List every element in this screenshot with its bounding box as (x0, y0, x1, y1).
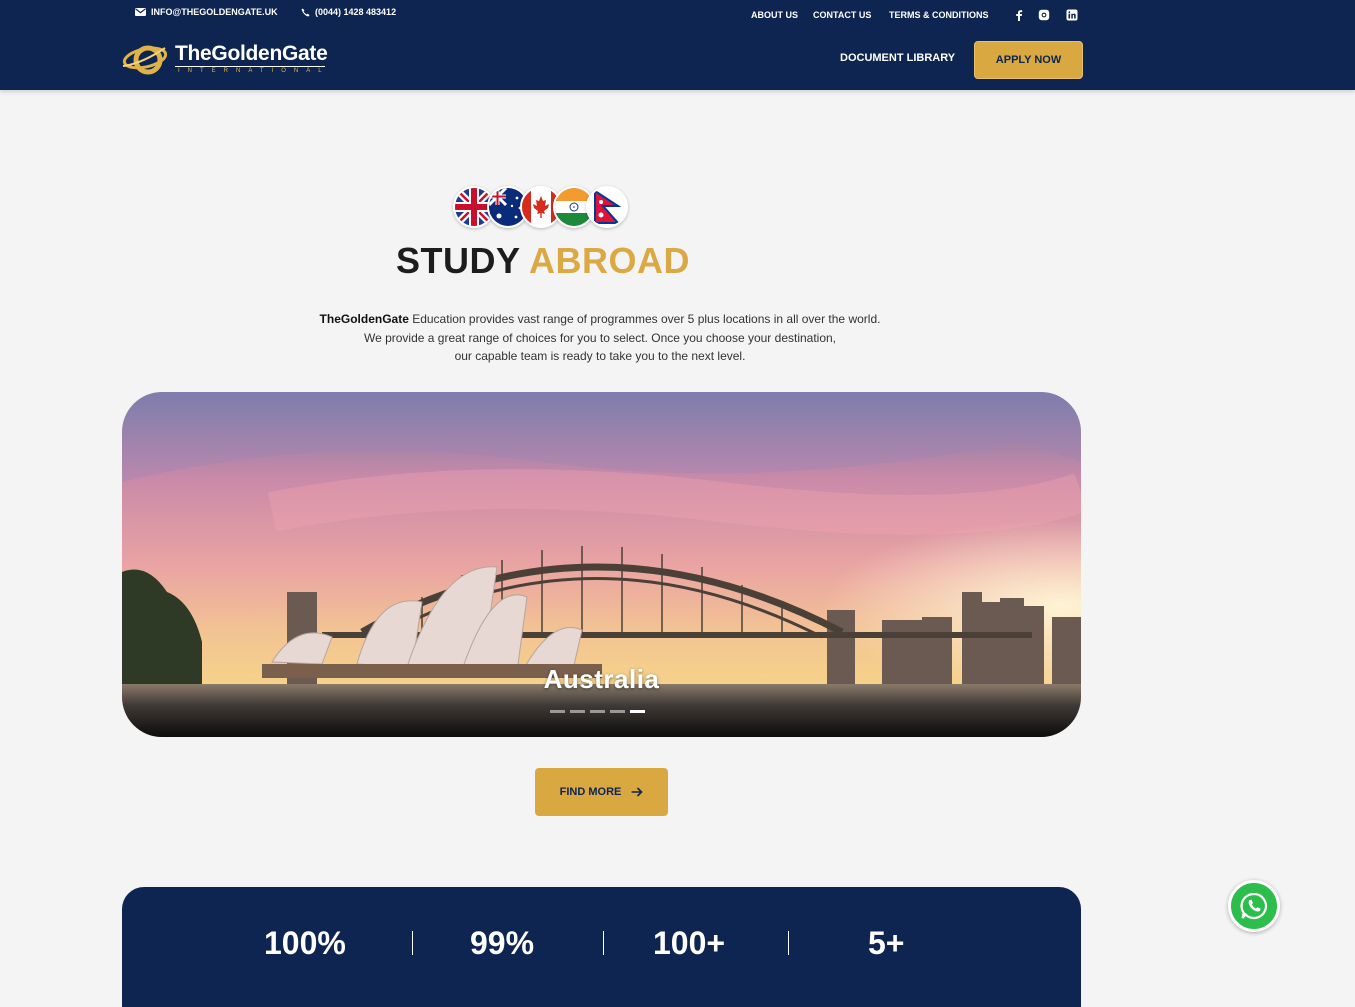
stat-divider (788, 931, 789, 955)
find-more-label: FIND MORE (559, 786, 622, 798)
carousel-indicators (550, 710, 645, 713)
intro-brand: TheGoldenGate (319, 312, 409, 326)
destination-label: Australia (543, 664, 660, 694)
stats-panel: 100% 99% 100+ 5+ (122, 887, 1081, 1007)
about-us-link[interactable]: ABOUT US (751, 10, 798, 20)
carousel-dot[interactable] (610, 710, 625, 713)
intro-line-1: Education provides vast range of program… (408, 312, 881, 326)
email-contact[interactable]: INFO@THEGOLDENGATE.UK (135, 7, 278, 17)
phone-text: (0044) 1428 483412 (315, 7, 397, 17)
arrow-right-icon (631, 787, 643, 797)
stat-value: 99% (470, 925, 535, 961)
linkedin-icon[interactable] (1066, 9, 1078, 21)
title-dark-word: STUDY (396, 240, 520, 281)
whatsapp-button[interactable] (1228, 880, 1280, 932)
intro-line-2: We provide a great range of choices for … (363, 330, 837, 345)
document-library-link[interactable]: DOCUMENT LIBRARY (840, 52, 955, 64)
title-gold-word: ABROAD (529, 240, 691, 281)
carousel-dot[interactable] (570, 710, 585, 713)
stat-divider (603, 931, 604, 955)
brand-subtitle: INTERNATIONAL (178, 68, 330, 74)
carousel-dot-active[interactable] (630, 710, 645, 713)
nepal-flag-icon (586, 186, 628, 228)
study-abroad-title: STUDY ABROAD (396, 240, 690, 282)
terms-link[interactable]: TERMS & CONDITIONS (889, 10, 989, 20)
phone-icon (301, 7, 310, 17)
stat-value: 5+ (868, 925, 905, 961)
carousel-dot[interactable] (550, 710, 565, 713)
stat-divider (412, 931, 413, 955)
brand-underline (175, 66, 325, 67)
instagram-icon[interactable] (1038, 9, 1050, 21)
intro-paragraph: TheGoldenGate Education provides vast ra… (270, 310, 930, 366)
phone-contact[interactable]: (0044) 1428 483412 (301, 7, 396, 17)
mail-icon (135, 8, 146, 16)
intro-line-3: our capable team is ready to take you to… (454, 349, 746, 363)
whatsapp-icon (1240, 892, 1268, 920)
stat-value: 100% (264, 925, 346, 961)
destination-carousel[interactable]: Australia (122, 392, 1081, 737)
facebook-icon[interactable] (1013, 9, 1025, 21)
top-bar: INFO@THEGOLDENGATE.UK (0044) 1428 483412… (0, 0, 1355, 28)
apply-now-button[interactable]: APPLY NOW (974, 41, 1083, 79)
stat-value: 100+ (653, 925, 726, 961)
email-text: INFO@THEGOLDENGATE.UK (151, 7, 278, 17)
contact-us-link[interactable]: CONTACT US (813, 10, 871, 20)
find-more-button[interactable]: FIND MORE (535, 768, 668, 816)
brand-name[interactable]: TheGoldenGate (175, 42, 328, 66)
carousel-dot[interactable] (590, 710, 605, 713)
